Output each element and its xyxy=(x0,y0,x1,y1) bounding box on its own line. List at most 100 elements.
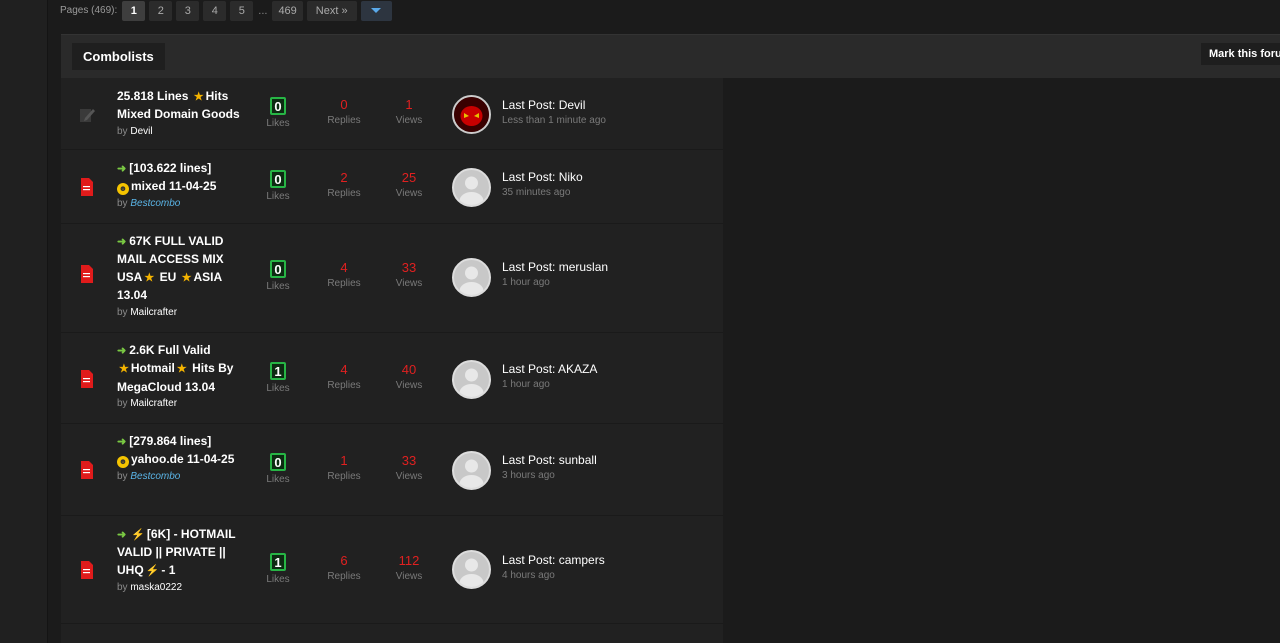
views-stat: 25 Views xyxy=(395,170,423,199)
last-post-time: 3 hours ago xyxy=(502,470,555,481)
views-stat: 33 Views xyxy=(395,260,423,289)
thread-info: ➜ 67K FULL VALID MAIL ACCESS MIX USA ★ EU … xyxy=(117,233,247,318)
left-gutter xyxy=(0,0,47,643)
thread-author[interactable]: maska0222 xyxy=(130,582,182,593)
thread-byline: by Mailcrafter xyxy=(117,306,178,318)
smiley-icon: ☻ xyxy=(117,183,129,196)
views-stat: 33 Views xyxy=(395,453,423,482)
views-stat: 112 Views xyxy=(395,553,423,582)
thread-title[interactable]: ➜ 67K FULL VALID MAIL ACCESS MIX USA ★ EU … xyxy=(117,233,247,305)
default-avatar[interactable] xyxy=(452,360,491,399)
likes-stat: 0 Likes xyxy=(266,170,290,202)
arrow-icon: ➜ xyxy=(117,236,127,248)
page-3-button[interactable]: 3 xyxy=(176,0,200,21)
last-post-info: Last Post: Niko 35 minutes ago xyxy=(502,170,583,198)
star-icon: ★ xyxy=(181,271,192,284)
devil-avatar-icon xyxy=(454,97,489,132)
user-silhouette-icon xyxy=(459,266,484,295)
thread-title[interactable]: ➜ [279.864 lines] ☻ yahoo.de 11-04-25 xyxy=(117,433,247,469)
devil-avatar[interactable] xyxy=(452,95,491,134)
replies-stat: 4 Replies xyxy=(327,260,361,289)
thread-row: ➜ ⚡ [6K] - HOTMAIL VALID || PRIVATE || UHQ… xyxy=(61,516,723,624)
thread-row: ➜ [279.864 lines] ☻ yahoo.de 11-04-25 by Be… xyxy=(61,424,723,516)
page-2-button[interactable]: 2 xyxy=(149,0,173,21)
arrow-icon: ➜ xyxy=(117,529,127,541)
last-post-user[interactable]: Devil xyxy=(559,98,586,112)
arrow-icon: ➜ xyxy=(117,163,127,175)
last-post-time: 35 minutes ago xyxy=(502,187,571,198)
forum-header: Combolists Mark this forum read xyxy=(61,34,1280,78)
last-post-user[interactable]: AKAZA xyxy=(558,362,597,376)
last-post-info: Last Post: Devil Less than 1 minute ago xyxy=(502,98,606,126)
pagination: Pages (469): 1 2 3 4 5 ... 469 Next » xyxy=(60,0,392,21)
page-last-button[interactable]: 469 xyxy=(272,0,303,21)
next-page-button[interactable]: Next » xyxy=(306,0,357,21)
thread-author[interactable]: Bestcombo xyxy=(130,471,180,482)
default-avatar[interactable] xyxy=(452,451,491,490)
likes-stat: 1 Likes xyxy=(266,553,290,585)
thread-author[interactable]: Bestcombo xyxy=(130,198,180,209)
replies-stat: 1 Replies xyxy=(327,453,361,482)
thread-row: ➜ 2.6K Full Valid ★ Hotmail ★ Hits By MegaCl… xyxy=(61,333,723,424)
page-5-button[interactable]: 5 xyxy=(230,0,254,21)
star-icon: ★ xyxy=(144,271,155,284)
views-stat: 40 Views xyxy=(395,362,423,391)
thread-byline: by Mailcrafter xyxy=(117,398,178,410)
thread-info: 25.818 Lines ★ Hits Mixed Domain Goods by… xyxy=(117,88,247,137)
document-icon xyxy=(81,561,93,579)
last-post-info: Last Post: meruslan 1 hour ago xyxy=(502,260,609,288)
mark-forum-read-button[interactable]: Mark this forum read xyxy=(1201,43,1280,65)
document-icon xyxy=(81,370,93,388)
thread-title[interactable]: ➜ ⚡ [6K] - HOTMAIL VALID || PRIVATE || UHQ… xyxy=(117,526,247,580)
thread-author[interactable]: Mailcrafter xyxy=(130,307,177,318)
last-post-info: Last Post: AKAZA 1 hour ago xyxy=(502,362,598,390)
thread-row: ➜ 67K FULL VALID MAIL ACCESS MIX USA ★ EU … xyxy=(61,224,723,333)
forum-title: Combolists xyxy=(72,43,165,70)
thread-title[interactable]: 25.818 Lines ★ Hits Mixed Domain Goods xyxy=(117,88,247,124)
thread-byline: by Bestcombo xyxy=(117,197,181,209)
thread-author[interactable]: Devil xyxy=(130,126,152,137)
thread-info: ➜ 2.6K Full Valid ★ Hotmail ★ Hits By MegaCl… xyxy=(117,342,247,409)
thread-byline: by Devil xyxy=(117,125,153,137)
likes-stat: 0 Likes xyxy=(266,453,290,485)
document-icon xyxy=(81,265,93,283)
last-post-user[interactable]: meruslan xyxy=(559,260,608,274)
jump-page-dropdown[interactable] xyxy=(360,0,392,21)
last-post-user[interactable]: campers xyxy=(559,553,605,567)
likes-stat: 0 Likes xyxy=(266,260,290,292)
thread-row-partial xyxy=(61,624,723,643)
user-silhouette-icon xyxy=(459,459,484,488)
thread-info: ➜ ⚡ [6K] - HOTMAIL VALID || PRIVATE || UHQ… xyxy=(117,526,247,593)
arrow-icon: ➜ xyxy=(117,436,127,448)
thread-title[interactable]: ➜ [103.622 lines] ☻ mixed 11-04-25 xyxy=(117,160,247,196)
document-icon xyxy=(81,461,93,479)
thread-byline: by Bestcombo xyxy=(117,470,181,482)
likes-stat: 1 Likes xyxy=(266,362,290,394)
last-post-user[interactable]: Niko xyxy=(559,170,583,184)
default-avatar[interactable] xyxy=(452,258,491,297)
thread-row: 25.818 Lines ★ Hits Mixed Domain Goods by… xyxy=(61,78,723,150)
thread-list: 25.818 Lines ★ Hits Mixed Domain Goods by… xyxy=(61,78,723,643)
star-icon: ★ xyxy=(119,363,129,376)
smiley-icon: ☻ xyxy=(117,456,129,469)
pencil-icon xyxy=(80,109,95,122)
last-post-user[interactable]: sunball xyxy=(559,453,597,467)
likes-stat: 0 Likes xyxy=(266,97,290,129)
page-4-button[interactable]: 4 xyxy=(203,0,227,21)
thread-author[interactable]: Mailcrafter xyxy=(130,398,177,409)
views-stat: 1 Views xyxy=(395,97,423,126)
default-avatar[interactable] xyxy=(452,168,491,207)
thread-title[interactable]: ➜ 2.6K Full Valid ★ Hotmail ★ Hits By MegaCl… xyxy=(117,342,247,396)
user-silhouette-icon xyxy=(459,558,484,587)
star-icon: ★ xyxy=(176,363,187,376)
last-post-info: Last Post: sunball 3 hours ago xyxy=(502,453,597,481)
replies-stat: 6 Replies xyxy=(327,553,361,582)
last-post-time: 1 hour ago xyxy=(502,379,550,390)
last-post-time: Less than 1 minute ago xyxy=(502,115,606,126)
default-avatar[interactable] xyxy=(452,550,491,589)
lightning-icon: ⚡ xyxy=(145,564,160,577)
arrow-icon: ➜ xyxy=(117,345,127,357)
lightning-icon: ⚡ xyxy=(131,529,145,541)
thread-info: ➜ [103.622 lines] ☻ mixed 11-04-25 by Bestc… xyxy=(117,160,247,209)
page-1-button[interactable]: 1 xyxy=(122,0,146,21)
